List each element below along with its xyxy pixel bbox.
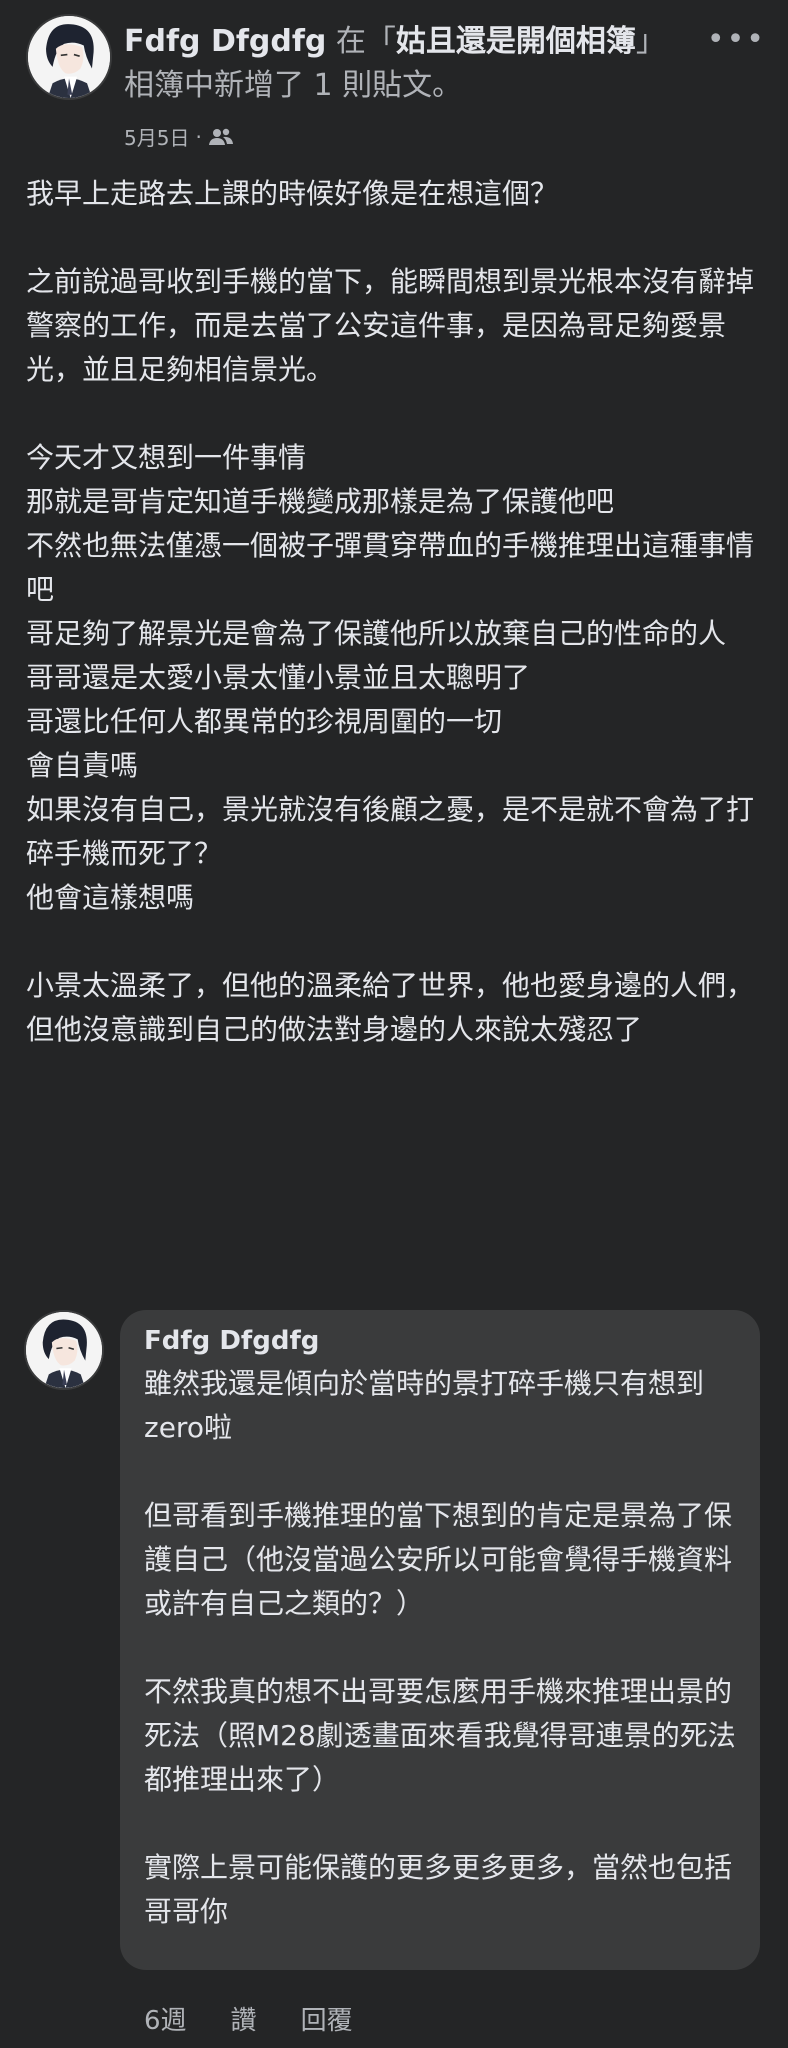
post-line: 我早上走路去上課的時候好像是在想這個？ [26, 177, 559, 210]
post-line: 哥哥還是太愛小景太懂小景並且太聰明了 [26, 661, 531, 694]
avatar-illustration [26, 1312, 102, 1388]
comment-paragraph: 實際上景可能保護的更多更多更多，當然也包括哥哥你 [144, 1851, 733, 1928]
meta-separator: · [195, 124, 202, 149]
post-date[interactable]: 5月5日 [124, 122, 189, 151]
comment-bubble[interactable]: Fdfg Dfgdfg 雖然我還是傾向於當時的景打碎手機只有想到zero啦 但哥… [120, 1310, 760, 1970]
post-line: 哥足夠了解景光是會為了保護他所以放棄自己的性命的人 [26, 617, 727, 650]
action-prefix: 在「 [335, 24, 396, 59]
post-line: 今天才又想到一件事情 [26, 441, 307, 474]
comment-paragraph: 雖然我還是傾向於當時的景打碎手機只有想到zero啦 [144, 1367, 705, 1444]
avatar-illustration [28, 16, 110, 98]
comment-actions: 6週 讚 回覆 [144, 2000, 353, 2037]
post-line: 之前說過哥收到手機的當下，能瞬間想到景光根本沒有辭掉警察的工作，而是去當了公安這… [26, 265, 755, 386]
post-line: 哥還比任何人都異常的珍視周圍的一切 [26, 705, 503, 738]
post-line: 如果沒有自己，景光就沒有後顧之憂，是不是就不會為了打碎手機而死了？ [26, 793, 755, 870]
author-name[interactable]: Fdfg Dfgdfg [124, 24, 326, 59]
post-meta: 5月5日 · [124, 122, 234, 151]
post-body: 我早上走路去上課的時候好像是在想這個？ 之前說過哥收到手機的當下，能瞬間想到景光… [26, 172, 766, 1052]
post-line: 不然也無法僅憑一個被子彈貫穿帶血的手機推理出這種事情吧 [26, 529, 755, 606]
post-line: 會自責嗎 [26, 749, 139, 782]
post-header-text: Fdfg Dfgdfg 在「姑且還是開個相簿」相簿中新增了 1 則貼文。 [124, 20, 684, 108]
reply-button[interactable]: 回覆 [301, 2000, 353, 2037]
post-header: Fdfg Dfgdfg 在「姑且還是開個相簿」相簿中新增了 1 則貼文。 •••… [26, 14, 766, 164]
comment-body: 雖然我還是傾向於當時的景打碎手機只有想到zero啦 但哥看到手機推理的當下想到的… [144, 1362, 736, 1934]
comment-author-avatar[interactable] [24, 1310, 104, 1390]
more-icon[interactable]: ••• [707, 22, 766, 57]
post-line: 他會這樣想嗎 [26, 881, 195, 914]
comment-author-name[interactable]: Fdfg Dfgdfg [144, 1322, 736, 1360]
comment-paragraph: 不然我真的想不出哥要怎麼用手機來推理出景的死法（照M28劇透畫面來看我覺得哥連景… [144, 1675, 736, 1796]
author-avatar[interactable] [26, 14, 112, 100]
comment-time[interactable]: 6週 [144, 2000, 187, 2037]
friends-icon[interactable] [208, 127, 234, 147]
post-line: 那就是哥肯定知道手機變成那樣是為了保護他吧 [26, 485, 615, 518]
album-name[interactable]: 姑且還是開個相簿 [396, 24, 636, 59]
like-button[interactable]: 讚 [231, 2000, 257, 2037]
comment-paragraph: 但哥看到手機推理的當下想到的肯定是景為了保護自己（他沒當過公安所以可能會覺得手機… [144, 1499, 733, 1620]
post-line: 小景太溫柔了，但他的溫柔給了世界，他也愛身邊的人們，但他沒意識到自己的做法對身邊… [26, 969, 755, 1046]
